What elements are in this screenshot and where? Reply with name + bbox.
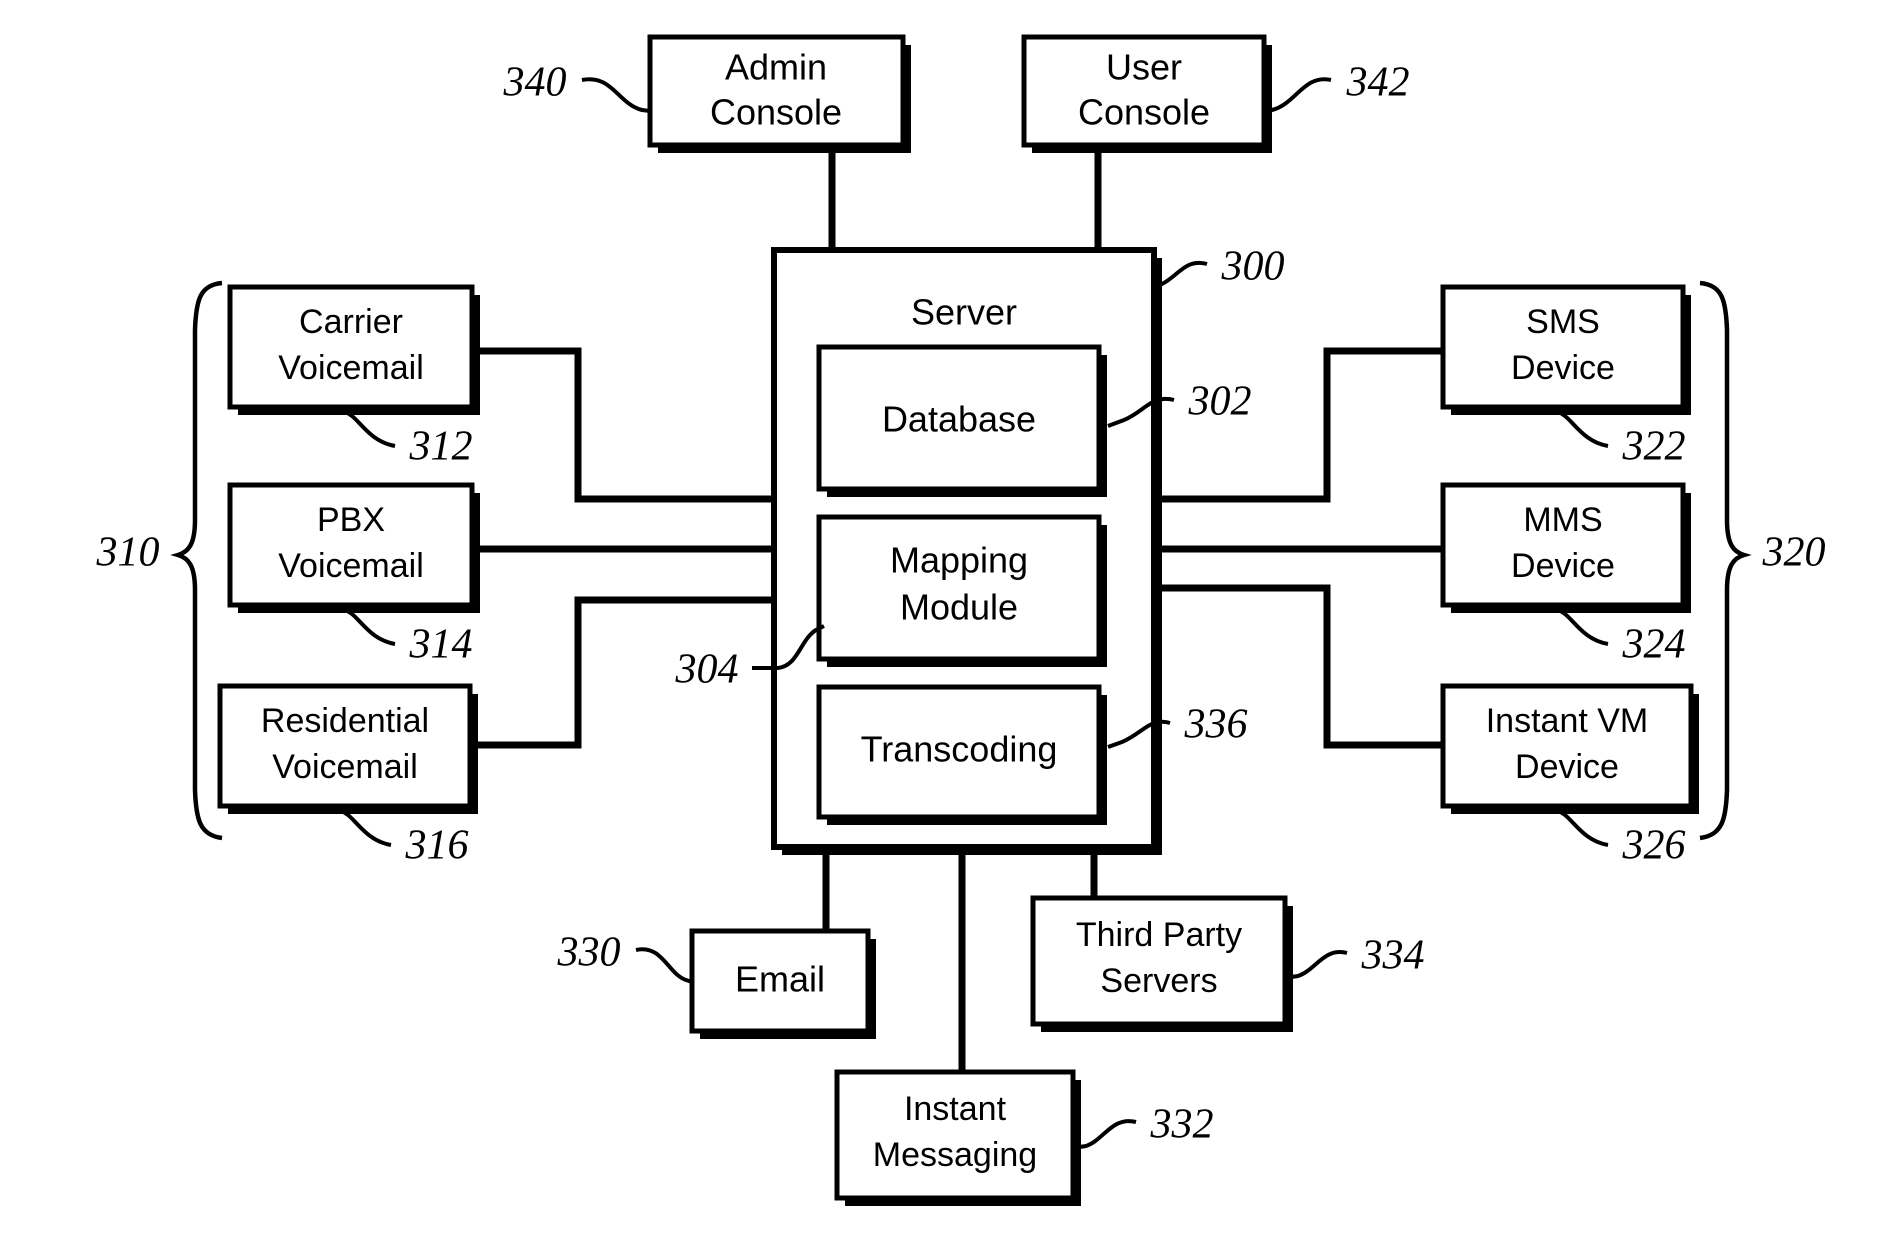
block-diagram: Admin Console User Console Server Databa… bbox=[96, 34, 1826, 1206]
ref-342: 342 bbox=[1263, 60, 1410, 113]
ref-324: 324 bbox=[1557, 608, 1686, 668]
mapping-module-label-line2: Module bbox=[900, 587, 1018, 628]
instant-vm-device-label-line1: Instant VM bbox=[1486, 702, 1649, 740]
ref-314-number: 314 bbox=[409, 622, 473, 668]
pbx-voicemail-box[interactable]: PBX Voicemail bbox=[227, 482, 480, 613]
user-console-label-line2: Console bbox=[1078, 92, 1210, 133]
ref-340: 340 bbox=[503, 60, 651, 113]
ref-316-leader bbox=[340, 809, 392, 847]
ref-332-leader bbox=[1072, 1119, 1137, 1150]
carrier-voicemail-label-line1: Carrier bbox=[299, 303, 403, 341]
ref-330: 330 bbox=[557, 930, 693, 984]
ref-300: 300 bbox=[1153, 244, 1285, 290]
ref-310: 310 bbox=[96, 530, 160, 576]
ref-310-number: 310 bbox=[96, 530, 160, 576]
ref-324-number: 324 bbox=[1622, 622, 1686, 668]
ref-332: 332 bbox=[1072, 1102, 1214, 1150]
instant-messaging-label-line2: Messaging bbox=[873, 1136, 1037, 1174]
instant-messaging-label-line1: Instant bbox=[904, 1090, 1007, 1128]
admin-console-label-line2: Console bbox=[710, 92, 842, 133]
ref-316: 316 bbox=[340, 809, 469, 869]
mms-device-label-line1: MMS bbox=[1523, 501, 1602, 539]
ref-326-leader bbox=[1557, 809, 1609, 847]
ref-342-leader bbox=[1263, 77, 1332, 113]
server-label: Server bbox=[911, 292, 1017, 333]
ref-340-leader bbox=[581, 77, 651, 113]
pbx-voicemail-label-line2: Voicemail bbox=[278, 547, 424, 585]
ref-322-number: 322 bbox=[1622, 424, 1686, 470]
ref-300-number: 300 bbox=[1221, 244, 1285, 290]
third-party-servers-box[interactable]: Third Party Servers bbox=[1030, 895, 1293, 1032]
ref-326: 326 bbox=[1557, 809, 1686, 869]
third-party-servers-label-line1: Third Party bbox=[1076, 916, 1242, 954]
ref-334-number: 334 bbox=[1361, 933, 1425, 979]
ref-324-leader bbox=[1557, 608, 1609, 646]
ref-336-number: 336 bbox=[1184, 702, 1248, 748]
ref-302-number: 302 bbox=[1188, 379, 1252, 425]
connector-carrier-voicemail-to-server bbox=[474, 347, 775, 503]
ref-312: 312 bbox=[344, 410, 473, 470]
transcoding-box[interactable]: Transcoding bbox=[816, 684, 1107, 825]
instant-vm-device-label-line2: Device bbox=[1515, 748, 1619, 786]
ref-314-leader bbox=[344, 608, 396, 646]
ref-314: 314 bbox=[344, 608, 473, 668]
voicemail-group-brace bbox=[170, 280, 223, 841]
user-console-box[interactable]: User Console bbox=[1021, 34, 1272, 153]
ref-320-number: 320 bbox=[1762, 530, 1826, 576]
database-label: Database bbox=[882, 399, 1036, 440]
ref-334: 334 bbox=[1284, 933, 1425, 980]
messaging-devices-group-brace bbox=[1699, 280, 1752, 841]
ref-334-leader bbox=[1284, 950, 1348, 980]
mapping-module-box[interactable]: Mapping Module bbox=[816, 514, 1107, 667]
residential-voicemail-label-line2: Voicemail bbox=[272, 748, 418, 786]
instant-messaging-box[interactable]: Instant Messaging bbox=[834, 1069, 1081, 1206]
instant-vm-device-box[interactable]: Instant VM Device bbox=[1440, 683, 1699, 814]
email-label: Email bbox=[735, 959, 825, 1000]
ref-312-leader bbox=[344, 410, 396, 448]
pbx-voicemail-label-line1: PBX bbox=[317, 501, 385, 539]
connector-server-to-sms-device bbox=[1155, 347, 1443, 503]
ref-330-leader bbox=[635, 947, 693, 984]
email-box[interactable]: Email bbox=[689, 928, 876, 1039]
mapping-module-label-line1: Mapping bbox=[890, 540, 1028, 581]
carrier-voicemail-box[interactable]: Carrier Voicemail bbox=[227, 284, 480, 415]
mms-device-box[interactable]: MMS Device bbox=[1440, 482, 1691, 613]
transcoding-label: Transcoding bbox=[861, 729, 1058, 770]
residential-voicemail-box[interactable]: Residential Voicemail bbox=[217, 683, 478, 814]
user-console-label-line1: User bbox=[1106, 47, 1182, 88]
ref-322-leader bbox=[1557, 410, 1609, 448]
ref-320: 320 bbox=[1762, 530, 1826, 576]
mms-device-label-line2: Device bbox=[1511, 547, 1615, 585]
ref-340-number: 340 bbox=[503, 60, 567, 106]
figure-canvas: Admin Console User Console Server Databa… bbox=[0, 0, 1881, 1258]
admin-console-label-line1: Admin bbox=[725, 47, 827, 88]
ref-330-number: 330 bbox=[557, 930, 621, 976]
carrier-voicemail-label-line2: Voicemail bbox=[278, 349, 424, 387]
sms-device-label-line1: SMS bbox=[1526, 303, 1600, 341]
ref-312-number: 312 bbox=[409, 424, 473, 470]
ref-342-number: 342 bbox=[1346, 60, 1410, 106]
ref-326-number: 326 bbox=[1622, 823, 1686, 869]
admin-console-box[interactable]: Admin Console bbox=[647, 34, 911, 153]
ref-304-number: 304 bbox=[675, 647, 739, 693]
ref-316-number: 316 bbox=[405, 823, 469, 869]
sms-device-label-line2: Device bbox=[1511, 349, 1615, 387]
database-box[interactable]: Database bbox=[816, 344, 1107, 497]
residential-voicemail-label-line1: Residential bbox=[261, 702, 429, 740]
ref-332-number: 332 bbox=[1150, 1102, 1214, 1148]
third-party-servers-label-line2: Servers bbox=[1100, 962, 1217, 1000]
sms-device-box[interactable]: SMS Device bbox=[1440, 284, 1691, 415]
ref-322: 322 bbox=[1557, 410, 1686, 470]
